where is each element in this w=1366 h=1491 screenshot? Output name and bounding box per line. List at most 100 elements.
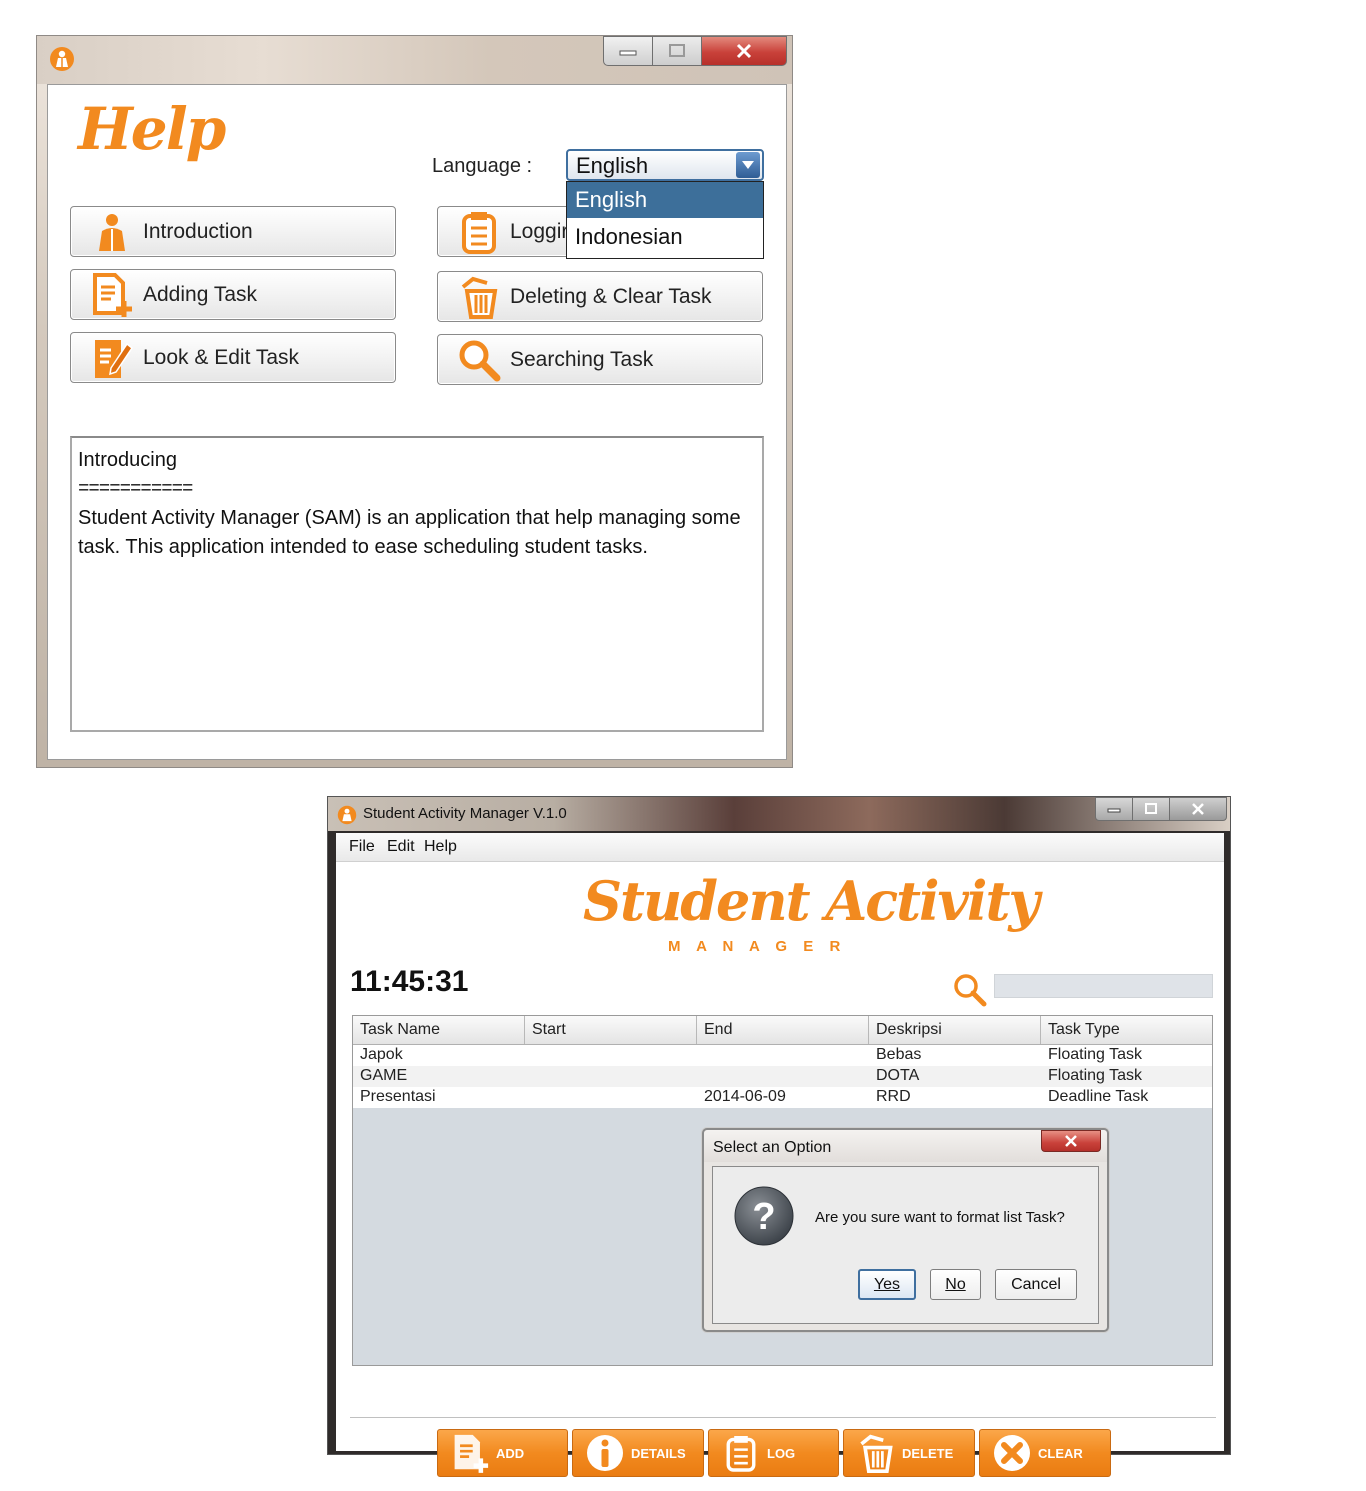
help-window: Help Language : English English Indonesi… [36,35,793,768]
help-content-body: Student Activity Manager (SAM) is an app… [78,507,741,558]
menu-file[interactable]: File [349,838,375,856]
deleting-clear-task-label: Deleting & Clear Task [510,284,712,308]
info-icon [585,1431,625,1475]
details-button[interactable]: DETAILS [572,1429,704,1477]
log-icon [456,209,502,255]
dialog-close-button[interactable] [1041,1130,1101,1152]
adding-task-button[interactable]: Adding Task [70,269,396,320]
search-icon [456,337,502,383]
clear-x-icon [992,1431,1032,1475]
add-document-icon [450,1431,490,1475]
dialog-yes-label: Yes [873,1275,901,1293]
logging-label: Loggir [510,219,569,243]
help-text-area[interactable]: Introducing =========== Student Activity… [70,436,764,732]
table-row[interactable]: GAME DOTA Floating Task [353,1066,1212,1087]
clear-button[interactable]: CLEAR [979,1429,1111,1477]
minimize-icon [1107,808,1121,813]
close-button[interactable] [701,36,787,66]
add-document-icon [89,272,135,318]
look-edit-task-label: Look & Edit Task [143,345,300,369]
close-icon [1065,1135,1077,1147]
minimize-icon [619,50,637,56]
help-content-heading: Introducing [78,449,177,471]
clear-label: CLEAR [1038,1445,1083,1461]
menu-bar: File Edit Help [336,833,1224,862]
look-edit-task-button[interactable]: Look & Edit Task [70,332,396,383]
column-header-end[interactable]: End [697,1016,869,1044]
language-select[interactable]: English [566,149,764,181]
table-cell: GAME [360,1067,408,1084]
edit-document-icon [89,335,135,381]
dialog-message: Are you sure want to format list Task? [815,1209,1065,1226]
introduction-label: Introduction [143,219,253,243]
close-icon [1192,803,1204,815]
minimize-button[interactable] [603,36,653,66]
menu-edit[interactable]: Edit [387,838,415,856]
confirm-dialog: Select an Option ? Are you sure want to … [702,1128,1109,1332]
help-content-underline: =========== [78,478,193,500]
dialog-title: Select an Option [713,1139,832,1156]
main-window-title: Student Activity Manager V.1.0 [363,805,567,822]
column-header-deskripsi[interactable]: Deskripsi [869,1016,1041,1044]
table-cell: Presentasi [360,1088,436,1105]
dialog-yes-button[interactable]: Yes [858,1269,916,1300]
app-logo-title: Student Activity [583,869,1040,933]
table-cell: Floating Task [1048,1046,1142,1063]
column-header-start[interactable]: Start [525,1016,697,1044]
search-input[interactable] [994,974,1213,998]
help-title: Help [78,95,226,163]
language-dropdown-list: English Indonesian [566,181,764,259]
deleting-clear-task-button[interactable]: Deleting & Clear Task [437,271,763,322]
dialog-cancel-button[interactable]: Cancel [995,1269,1077,1300]
dialog-no-label: No [945,1275,966,1293]
table-cell: Floating Task [1048,1067,1142,1084]
introduction-button[interactable]: Introduction [70,206,396,257]
dialog-cancel-label: Cancel [1011,1275,1061,1293]
column-header-task-name[interactable]: Task Name [353,1016,525,1044]
maximize-button[interactable] [652,36,702,66]
divider [350,1417,1216,1418]
question-icon: ? [734,1186,794,1246]
maximize-icon [669,44,685,57]
close-icon [736,43,752,59]
log-label: LOG [767,1445,796,1461]
searching-task-button[interactable]: Searching Task [437,334,763,385]
adding-task-label: Adding Task [143,282,258,306]
dialog-no-button[interactable]: No [930,1269,981,1300]
language-select-value: English [576,153,649,178]
search-icon[interactable] [952,972,988,1008]
column-header-task-type[interactable]: Task Type [1041,1016,1212,1044]
add-button[interactable]: ADD [437,1429,568,1477]
searching-task-label: Searching Task [510,347,654,371]
table-cell: Bebas [876,1046,922,1063]
maximize-icon [1145,803,1157,814]
main-title-bar: Student Activity Manager V.1.0 [328,797,1230,831]
language-option-indonesian[interactable]: Indonesian [567,219,763,255]
app-icon [337,805,357,825]
table-row[interactable]: Japok Bebas Floating Task [353,1045,1212,1066]
log-button[interactable]: LOG [708,1429,839,1477]
table-cell: DOTA [876,1067,920,1084]
maximize-button[interactable] [1132,797,1170,821]
menu-help[interactable]: Help [424,838,457,856]
add-label: ADD [496,1445,525,1461]
log-icon [721,1431,761,1475]
dialog-body: ? Are you sure want to format list Task? [712,1166,1099,1324]
table-cell: RRD [876,1088,911,1105]
delete-button[interactable]: DELETE [843,1429,975,1477]
table-row[interactable]: Presentasi 2014-06-09 RRD Deadline Task [353,1087,1212,1108]
clock: 11:45:31 [350,965,469,998]
trash-icon [456,274,502,320]
main-window: Student Activity Manager V.1.0 File Edit… [327,796,1231,1477]
language-dropdown-arrow[interactable] [736,152,760,178]
chevron-down-icon [742,161,754,169]
table-cell: 2014-06-09 [704,1088,786,1105]
table-cell: Japok [360,1046,403,1063]
language-option-english[interactable]: English [567,182,763,218]
close-button[interactable] [1169,797,1227,821]
app-logo-subtitle: M A N A G E R [668,938,847,955]
minimize-button[interactable] [1095,797,1133,821]
app-icon [50,47,74,71]
trash-icon [856,1431,896,1475]
dialog-title-bar: Select an Option [704,1130,1107,1162]
